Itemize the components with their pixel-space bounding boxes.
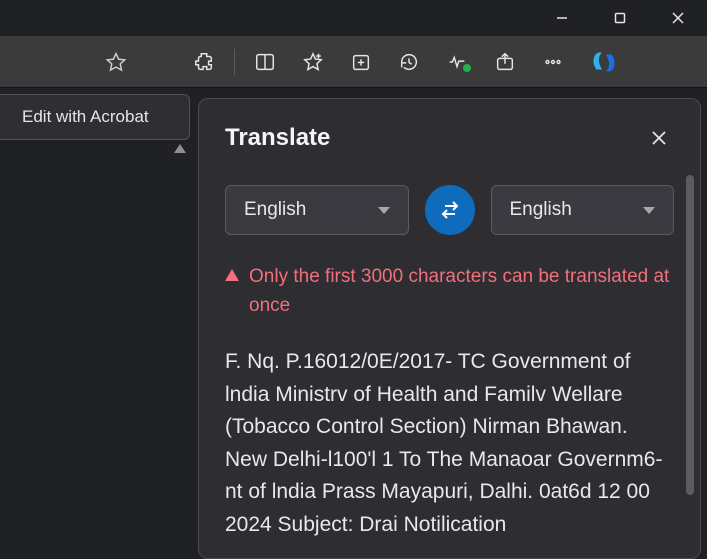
source-language-label: English xyxy=(244,199,306,221)
history-icon[interactable] xyxy=(385,42,433,82)
share-icon[interactable] xyxy=(481,42,529,82)
panel-close-button[interactable] xyxy=(644,123,674,153)
panel-scrollbar[interactable] xyxy=(686,175,694,495)
browser-essentials-icon[interactable] xyxy=(433,42,481,82)
window-close-button[interactable] xyxy=(649,0,707,36)
copilot-icon[interactable] xyxy=(587,45,621,79)
panel-title: Translate xyxy=(225,124,330,152)
window-minimize-button[interactable] xyxy=(533,0,591,36)
edit-with-acrobat-tab[interactable]: Edit with Acrobat xyxy=(0,94,190,140)
swap-languages-button[interactable] xyxy=(425,185,475,235)
source-language-select[interactable]: English xyxy=(225,185,409,235)
translate-panel: Translate English English xyxy=(198,98,701,559)
warning-text: Only the first 3000 characters can be tr… xyxy=(249,263,674,320)
split-screen-icon[interactable] xyxy=(241,42,289,82)
target-language-select[interactable]: English xyxy=(491,185,675,235)
browser-toolbar xyxy=(0,36,707,88)
target-language-label: English xyxy=(510,199,572,221)
chevron-down-icon xyxy=(378,207,390,214)
more-icon[interactable] xyxy=(529,42,577,82)
extensions-icon[interactable] xyxy=(180,42,228,82)
pdf-scroll-up-arrow[interactable] xyxy=(174,144,186,153)
warning-triangle-icon xyxy=(225,269,239,281)
window-titlebar xyxy=(0,0,707,36)
toolbar-separator xyxy=(234,49,235,75)
translation-output: F. Nq. P.16012/0E/2017- TC Government of… xyxy=(225,346,674,541)
window-maximize-button[interactable] xyxy=(591,0,649,36)
acrobat-tab-label: Edit with Acrobat xyxy=(22,107,149,127)
left-sidebar: Edit with Acrobat xyxy=(0,88,190,559)
warning-message: Only the first 3000 characters can be tr… xyxy=(225,263,674,320)
collections-icon[interactable] xyxy=(337,42,385,82)
favorite-star-icon[interactable] xyxy=(96,42,136,82)
chevron-down-icon xyxy=(643,207,655,214)
favorites-icon[interactable] xyxy=(289,42,337,82)
health-status-dot xyxy=(463,64,471,72)
